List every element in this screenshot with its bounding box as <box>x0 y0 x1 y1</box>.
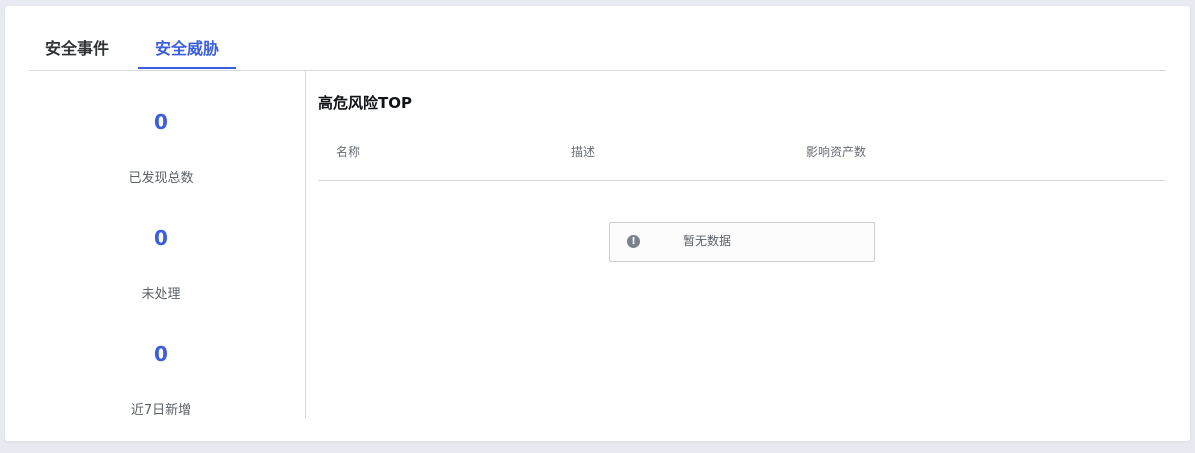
tab-security-threats[interactable]: 安全威胁 <box>155 38 219 60</box>
tab-security-events[interactable]: 安全事件 <box>45 38 109 60</box>
stat-unhandled-value: 0 <box>154 226 168 250</box>
empty-state-text: 暂无数据 <box>683 234 732 248</box>
stat-total-value: 0 <box>154 110 168 134</box>
active-tab-indicator <box>138 67 236 69</box>
top-risks-panel: 高危风险TOP 名称 描述 影响资产数 ! 暂无数据 <box>306 71 1166 418</box>
security-card: 安全事件 安全威胁 0 已发现总数 0 未处理 0 近7日新增 高危风险TOP … <box>5 6 1190 441</box>
column-header-affected-assets: 影响资产数 <box>806 145 867 159</box>
column-header-name: 名称 <box>336 145 361 159</box>
empty-state: ! 暂无数据 <box>609 222 875 262</box>
stat-new-7d-label: 近7日新增 <box>130 403 192 418</box>
stat-total-label: 已发现总数 <box>128 171 194 186</box>
table-header-divider <box>318 180 1165 181</box>
tab-bar: 安全事件 安全威胁 <box>29 6 1166 71</box>
column-header-description: 描述 <box>571 145 596 159</box>
stats-panel: 0 已发现总数 0 未处理 0 近7日新增 <box>29 71 306 418</box>
info-circle-icon: ! <box>627 235 640 248</box>
section-title: 高危风险TOP <box>318 94 412 112</box>
stat-unhandled-label: 未处理 <box>141 287 181 302</box>
stat-new-7d-value: 0 <box>154 342 168 366</box>
